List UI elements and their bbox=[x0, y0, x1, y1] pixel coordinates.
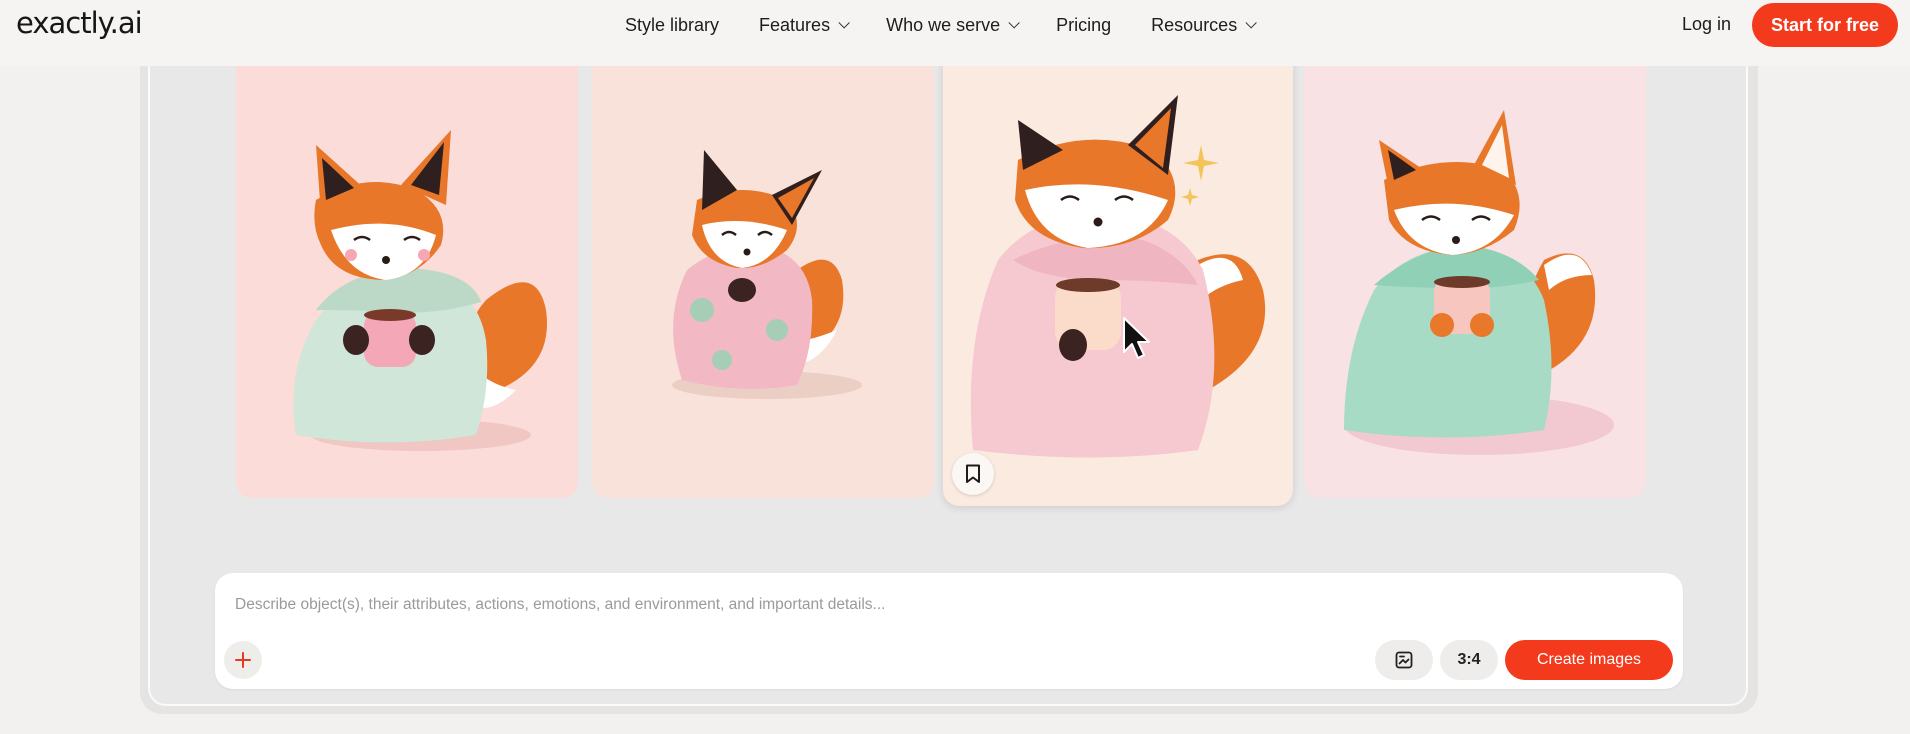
nav-resources[interactable]: Resources bbox=[1151, 14, 1257, 36]
logo[interactable]: exactly.ai bbox=[16, 6, 143, 40]
fox-illustration bbox=[293, 130, 547, 451]
top-navigation: exactly.ai Style library Features Who we… bbox=[0, 0, 1910, 66]
fox-illustration bbox=[1344, 110, 1614, 455]
fox-illustration bbox=[672, 150, 862, 399]
generated-image-1[interactable] bbox=[236, 40, 578, 498]
nav-pricing[interactable]: Pricing bbox=[1056, 14, 1111, 36]
nav-resources-label: Resources bbox=[1151, 14, 1238, 35]
generated-image-4[interactable] bbox=[1304, 40, 1646, 498]
prompt-composer: 3:4 Create images bbox=[215, 573, 1683, 689]
create-images-button[interactable]: Create images bbox=[1505, 640, 1673, 680]
nav-features-label: Features bbox=[759, 14, 831, 35]
aspect-ratio-label: 3:4 bbox=[1457, 651, 1481, 668]
add-attachment-button[interactable] bbox=[224, 641, 262, 679]
image-style-icon bbox=[1395, 651, 1413, 669]
aspect-ratio-button[interactable]: 3:4 bbox=[1440, 640, 1498, 680]
login-link[interactable]: Log in bbox=[1682, 14, 1731, 35]
main-menu: Style library Features Who we serve Pric… bbox=[625, 14, 1257, 36]
generated-image-2[interactable] bbox=[592, 40, 934, 498]
style-picker-button[interactable] bbox=[1375, 640, 1433, 680]
nav-who-we-serve-label: Who we serve bbox=[886, 14, 1001, 35]
bookmark-icon bbox=[966, 464, 980, 483]
start-for-free-button[interactable]: Start for free bbox=[1752, 3, 1898, 47]
mouse-cursor-icon bbox=[1123, 317, 1150, 359]
nav-style-library[interactable]: Style library bbox=[625, 14, 719, 36]
prompt-input[interactable] bbox=[233, 591, 1657, 619]
bookmark-button[interactable] bbox=[952, 453, 994, 495]
chevron-down-icon bbox=[838, 17, 850, 29]
fox-illustration bbox=[970, 95, 1266, 458]
chevron-down-icon bbox=[1008, 17, 1020, 29]
nav-style-library-label: Style library bbox=[625, 14, 720, 35]
nav-features[interactable]: Features bbox=[759, 14, 850, 36]
nav-who-we-serve[interactable]: Who we serve bbox=[886, 14, 1020, 36]
nav-pricing-label: Pricing bbox=[1056, 14, 1112, 35]
plus-icon bbox=[235, 652, 251, 668]
generated-image-3[interactable] bbox=[943, 40, 1293, 506]
chevron-down-icon bbox=[1245, 17, 1257, 29]
